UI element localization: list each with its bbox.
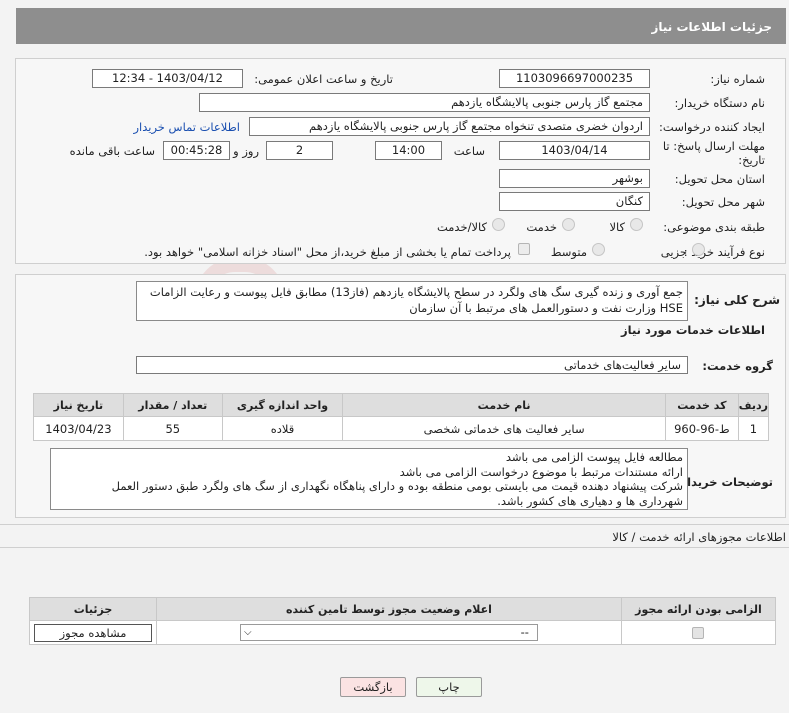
chevron-down-icon: ⌵: [243, 627, 252, 638]
cell-code: ط-96-960: [664, 416, 739, 441]
notes-line: شرکت پیشنهاد دهنده قیمت می بایستی بومی م…: [111, 479, 683, 493]
cell-unit: قلاده: [221, 416, 344, 441]
permit-status-value: --: [520, 625, 529, 639]
page-title: جزئیات اطلاعات نیاز: [651, 20, 772, 34]
need-number-label: شماره نیاز:: [710, 72, 765, 86]
treasury-checkbox[interactable]: [518, 243, 530, 255]
buyer-notes-textarea[interactable]: مطالعه فایل پیوست الزامی می باشد ارائه م…: [50, 448, 688, 510]
category-radio-goods-service[interactable]: [492, 218, 505, 231]
creator-field: اردوان خضری متصدی تنخواه مجتمع گاز پارس …: [249, 117, 650, 136]
category-label: طبقه بندی موضوعی:: [663, 220, 765, 234]
need-number-field: 1103096697000235: [499, 69, 650, 88]
need-info-panel: شماره نیاز: 1103096697000235 تاریخ و ساع…: [15, 58, 786, 264]
page-header: جزئیات اطلاعات نیاز: [16, 8, 786, 44]
remaining-label: ساعت باقی مانده: [69, 144, 155, 158]
category-radio-goods[interactable]: [630, 218, 643, 231]
col-unit: واحد اندازه گیری: [221, 393, 344, 417]
province-field: بوشهر: [499, 169, 650, 188]
services-title: اطلاعات خدمات مورد نیاز: [621, 323, 765, 337]
notes-line: ارائه مستندات مرتبط با موضوع درخواست الز…: [399, 464, 683, 479]
col-permit-details: جزئیات: [28, 597, 158, 621]
permit-required-checkbox[interactable]: [691, 627, 704, 639]
cell-name: سایر فعالیت های خدماتی شخصی: [342, 416, 666, 441]
services-table: ردیف کد خدمت نام خدمت واحد اندازه گیری ت…: [33, 393, 770, 441]
col-code: کد خدمت: [664, 393, 739, 417]
services-table-header: ردیف کد خدمت نام خدمت واحد اندازه گیری ت…: [33, 393, 770, 417]
category-radio-service[interactable]: [562, 218, 575, 231]
group-label: گروه خدمت:: [702, 359, 773, 373]
col-name: نام خدمت: [342, 393, 666, 417]
permits-bottom-divider: [0, 547, 789, 548]
deadline-time-field: 14:00: [375, 141, 442, 160]
buyer-field: مجتمع گاز پارس جنوبی پالایشگاه یازدهم: [199, 93, 650, 112]
permit-status-cell: -- ⌵: [156, 620, 622, 645]
notes-line: مطالعه فایل پیوست الزامی می باشد: [505, 450, 683, 464]
deadline-label-line1: مهلت ارسال پاسخ: تا: [662, 139, 765, 153]
view-permit-button[interactable]: مشاهده مجوز: [34, 623, 153, 642]
permits-top-divider: [0, 524, 789, 525]
table-row: -- ⌵ مشاهده مجوز: [28, 620, 777, 645]
deadline-label-line2: تاریخ:: [738, 153, 765, 167]
col-date: تاریخ نیاز: [33, 393, 124, 417]
province-label: استان محل تحویل:: [674, 172, 765, 186]
notes-line: شهرداری ها و دهیاری های کشور باشد.: [497, 493, 683, 508]
remaining-time-field: 00:45:28: [163, 141, 230, 160]
process-option-minor: جزیی: [660, 245, 687, 259]
notes-label: توضیحات خریدار:: [675, 475, 773, 489]
days-label: روز و: [233, 144, 259, 158]
announce-label: تاریخ و ساعت اعلان عمومی:: [254, 72, 393, 86]
deadline-time-label: ساعت: [453, 144, 485, 158]
permit-status-select[interactable]: -- ⌵: [239, 624, 538, 641]
permit-details-cell: مشاهده مجوز: [28, 620, 158, 645]
cell-date: 1403/04/23: [33, 416, 124, 441]
permits-title: اطلاعات مجوزهای ارائه خدمت / کالا: [612, 530, 786, 544]
days-field: 2: [266, 141, 333, 160]
city-label: شهر محل تحویل:: [681, 195, 765, 209]
category-option-service: خدمت: [526, 220, 557, 234]
summary-label: شرح کلی نیاز:: [694, 293, 780, 307]
process-radio-medium[interactable]: [592, 243, 605, 256]
back-button[interactable]: بازگشت: [340, 677, 406, 697]
deadline-date-field: 1403/04/14: [499, 141, 650, 160]
permits-table: الزامی بودن ارائه مجوز اعلام وضعیت مجوز …: [28, 597, 777, 645]
col-permit-status: اعلام وضعیت مجوز توسط تامین کننده: [156, 597, 622, 621]
permit-required-cell: [620, 620, 777, 645]
buyer-contact-link[interactable]: اطلاعات تماس خریدار: [133, 120, 240, 134]
permits-panel: الزامی بودن ارائه مجوز اعلام وضعیت مجوز …: [28, 585, 777, 649]
cell-row: 1: [737, 416, 770, 441]
print-button[interactable]: چاپ: [416, 677, 482, 697]
category-option-goods: کالا: [609, 220, 625, 234]
need-details-panel: شرح کلی نیاز: جمع آوری و زنده گیری سگ ها…: [15, 274, 786, 518]
summary-textarea[interactable]: جمع آوری و زنده گیری سگ های ولگرد در سطح…: [136, 281, 688, 321]
city-field: کنگان: [499, 192, 650, 211]
category-option-goods-service: کالا/خدمت: [436, 220, 487, 234]
col-row: ردیف: [737, 393, 770, 417]
cell-qty: 55: [122, 416, 223, 441]
process-radio-minor[interactable]: [692, 243, 705, 256]
service-group-field: سایر فعالیت‌های خدماتی: [136, 356, 688, 374]
process-option-medium: متوسط: [550, 245, 587, 259]
table-row[interactable]: 1 ط-96-960 سایر فعالیت های خدماتی شخصی ق…: [33, 416, 770, 441]
permits-table-header: الزامی بودن ارائه مجوز اعلام وضعیت مجوز …: [28, 597, 777, 621]
announce-datetime-field: 1403/04/12 - 12:34: [92, 69, 243, 88]
creator-label: ایجاد کننده درخواست:: [659, 120, 765, 134]
col-qty: تعداد / مقدار: [122, 393, 223, 417]
col-permit-required: الزامی بودن ارائه مجوز: [620, 597, 777, 621]
buyer-label: نام دستگاه خریدار:: [674, 96, 765, 110]
payment-note: پرداخت تمام یا بخشی از مبلغ خرید،از محل …: [144, 245, 511, 259]
